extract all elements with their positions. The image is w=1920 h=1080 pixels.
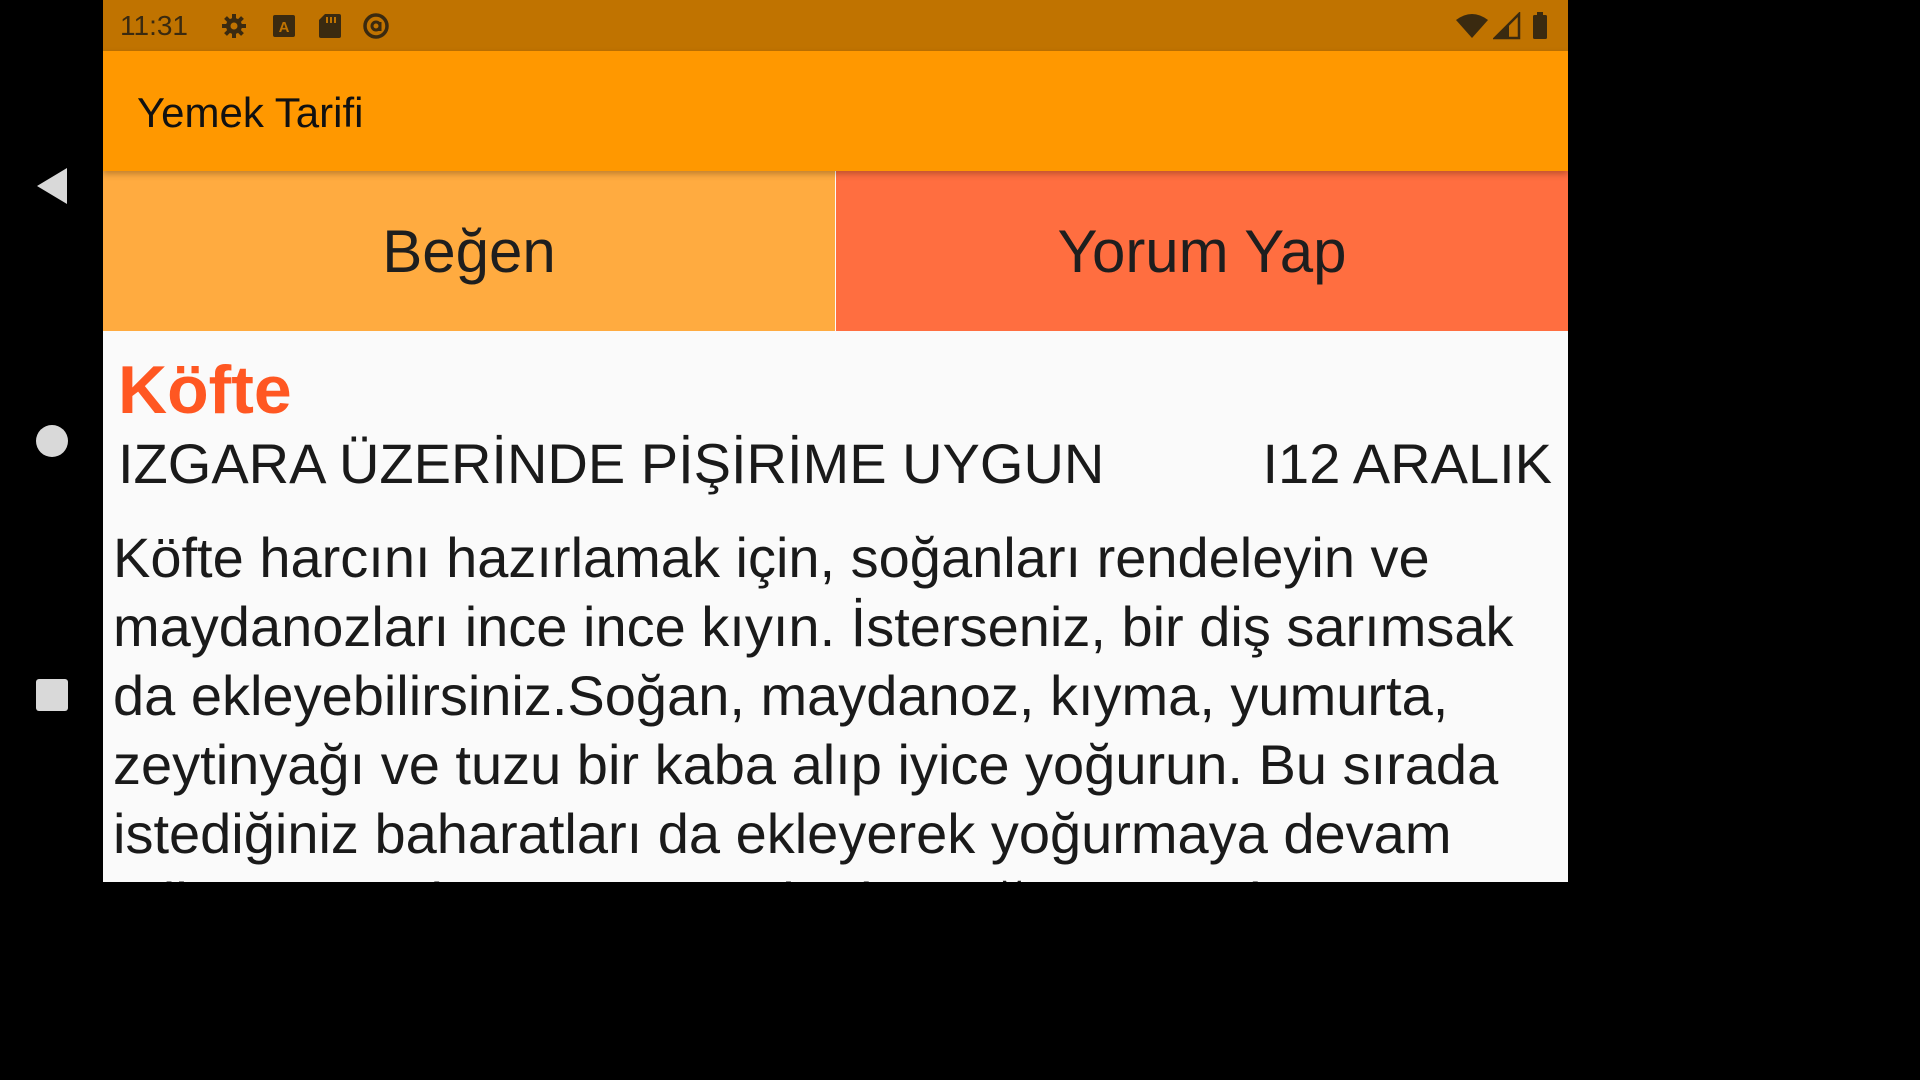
wifi-icon bbox=[1456, 14, 1488, 38]
recipe-body: Köfte harcını hazırlamak için, soğanları… bbox=[113, 526, 1514, 882]
font-a-icon: A bbox=[273, 15, 295, 37]
signal-icon bbox=[1493, 12, 1521, 40]
battery-icon bbox=[1533, 12, 1547, 39]
back-button[interactable] bbox=[0, 160, 103, 212]
like-button[interactable]: Beğen bbox=[103, 171, 835, 331]
action-button-row: Beğen Yorum Yap bbox=[103, 171, 1568, 331]
home-button[interactable] bbox=[0, 415, 103, 467]
recipe-date: I12 ARALIK bbox=[1262, 432, 1552, 495]
app-title: Yemek Tarifi bbox=[137, 89, 364, 136]
comment-button[interactable]: Yorum Yap bbox=[836, 171, 1568, 331]
app-screen: 11:31 A Yemek Tarifi Beğen Yorum Yap Köf… bbox=[103, 0, 1568, 882]
app-bar: Yemek Tarifi bbox=[103, 51, 1568, 171]
svg-text:A: A bbox=[279, 19, 290, 36]
recipe-tag: IZGARA ÜZERİNDE PİŞİRİME UYGUN bbox=[118, 432, 1105, 495]
status-time: 11:31 bbox=[120, 10, 188, 41]
system-navigation-bar bbox=[0, 0, 103, 882]
at-sign-icon bbox=[363, 13, 389, 39]
status-bar: 11:31 A bbox=[103, 0, 1568, 51]
sd-card-icon bbox=[319, 14, 341, 38]
settings-icon bbox=[222, 14, 246, 38]
back-icon bbox=[36, 168, 67, 204]
recipe-content: Köfte IZGARA ÜZERİNDE PİŞİRİME UYGUN I12… bbox=[103, 331, 1568, 882]
recipe-title: Köfte bbox=[118, 352, 292, 428]
recents-button[interactable] bbox=[0, 669, 103, 721]
home-icon bbox=[35, 425, 68, 457]
recents-icon bbox=[35, 679, 68, 711]
